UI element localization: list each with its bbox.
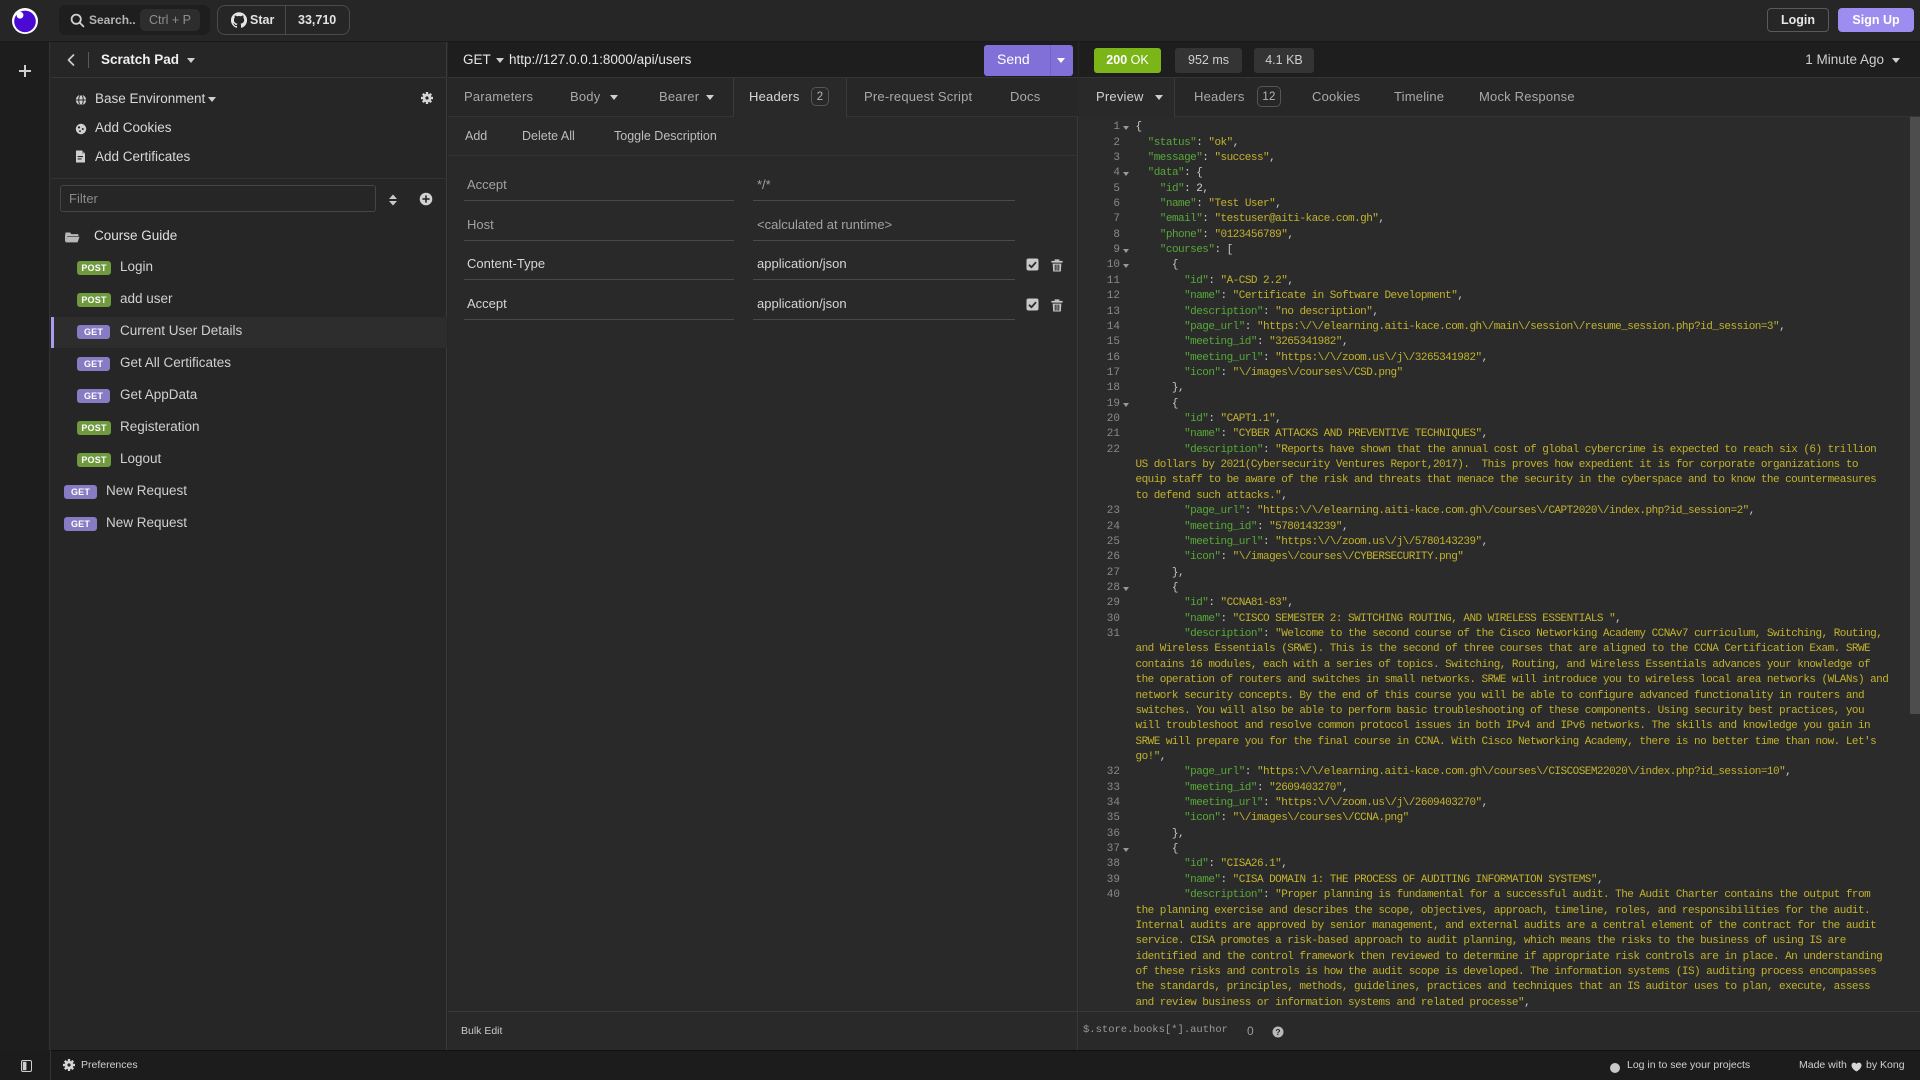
svg-text:?: ? (1275, 1027, 1280, 1037)
